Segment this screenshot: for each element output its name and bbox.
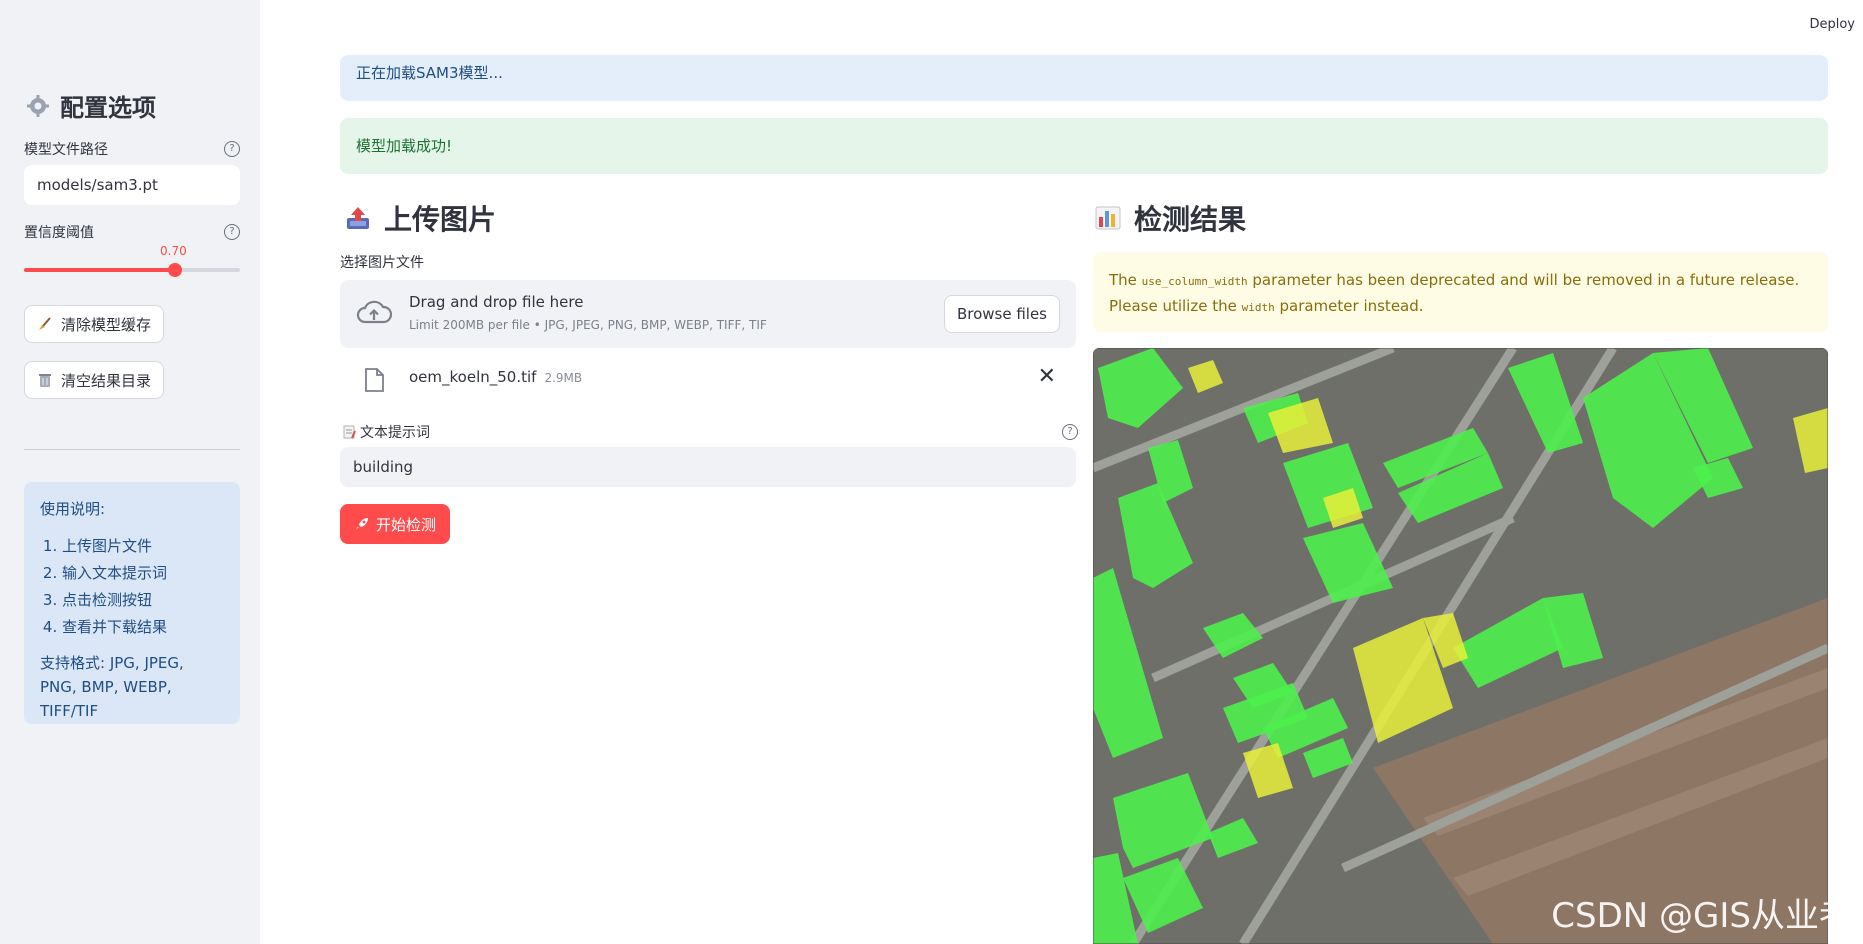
slider-fill	[24, 268, 176, 272]
uploaded-file-row: oem_koeln_50.tif 2.9MB ✕	[340, 360, 1076, 400]
broom-icon	[39, 317, 51, 330]
instructions-list: 上传图片文件 输入文本提示词 点击检测按钮 查看并下载结果	[40, 535, 224, 637]
segmentation-overlay-map	[1093, 348, 1828, 944]
confidence-slider[interactable]	[24, 263, 240, 277]
sidebar-title-text: 配置选项	[60, 94, 156, 122]
model-path-input[interactable]: models/sam3.pt	[24, 165, 240, 205]
file-size: 2.9MB	[544, 371, 583, 385]
file-name-text: oem_koeln_50.tif	[409, 368, 537, 386]
sidebar-divider	[24, 449, 240, 450]
help-icon[interactable]: ?	[224, 224, 240, 240]
deprecation-warning: The use_column_width parameter has been …	[1093, 252, 1828, 332]
list-item: 上传图片文件	[62, 535, 224, 556]
sidebar-title: 配置选项	[26, 88, 156, 123]
prompt-label: 文本提示词	[342, 422, 430, 442]
limit-text: Limit 200MB per file • JPG, JPEG, PNG, B…	[409, 318, 767, 332]
upload-tray-icon	[347, 207, 369, 229]
watermark: CSDN @GIS从业者	[1551, 896, 1853, 936]
results-title: 检测结果	[1094, 198, 1246, 238]
file-icon	[365, 368, 384, 392]
clear-cache-label: 清除模型缓存	[61, 315, 152, 334]
file-upload-label: 选择图片文件	[340, 255, 424, 271]
memo-icon	[343, 425, 356, 439]
text-prompt-input[interactable]: building	[340, 447, 1076, 487]
upload-title-text: 上传图片	[384, 203, 497, 236]
prompt-label-text: 文本提示词	[360, 425, 430, 441]
clear-cache-button[interactable]: 清除模型缓存	[24, 305, 165, 343]
warning-text-3: parameter instead.	[1274, 297, 1424, 315]
success-alert: 模型加载成功!	[340, 118, 1828, 174]
file-dropzone[interactable]: Drag and drop file here Limit 200MB per …	[340, 280, 1076, 348]
clear-results-label: 清空结果目录	[61, 371, 152, 390]
help-icon[interactable]: ?	[1062, 424, 1078, 440]
close-icon[interactable]: ✕	[1038, 364, 1056, 389]
slider-thumb[interactable]	[168, 263, 183, 277]
trash-icon	[39, 374, 51, 387]
clear-results-button[interactable]: 清空结果目录	[24, 361, 165, 399]
upload-title: 上传图片	[344, 198, 496, 238]
warning-code-2: width	[1241, 301, 1275, 314]
cloud-upload-icon	[356, 300, 392, 324]
instructions-heading: 使用说明:	[40, 500, 106, 518]
start-detection-label: 开始检测	[376, 515, 437, 534]
confidence-label: 置信度阈值	[24, 225, 94, 241]
browse-files-button[interactable]: Browse files	[943, 295, 1060, 333]
instructions-box: 使用说明: 上传图片文件 输入文本提示词 点击检测按钮 查看并下载结果 支持格式…	[24, 482, 240, 724]
bar-chart-icon	[1095, 206, 1121, 230]
supported-formats: 支持格式: JPG, JPEG, PNG, BMP, WEBP, TIFF/TI…	[40, 654, 184, 720]
warning-code-1: use_column_width	[1141, 275, 1248, 288]
file-name: oem_koeln_50.tif 2.9MB	[409, 368, 582, 386]
warning-text-1: The	[1109, 271, 1142, 289]
drop-text: Drag and drop file here	[409, 293, 584, 311]
loading-alert: 正在加载SAM3模型...	[340, 55, 1828, 101]
model-path-label: 模型文件路径	[24, 142, 108, 158]
confidence-value: 0.70	[160, 244, 187, 258]
sidebar: 配置选项 模型文件路径 ? models/sam3.pt 置信度阈值 ? 0.7…	[0, 0, 260, 944]
list-item: 查看并下载结果	[62, 616, 224, 637]
list-item: 点击检测按钮	[62, 589, 224, 610]
results-title-text: 检测结果	[1134, 203, 1247, 236]
help-icon[interactable]: ?	[224, 141, 240, 157]
deploy-button[interactable]: Deploy	[1809, 17, 1855, 32]
start-detection-button[interactable]: 开始检测	[340, 504, 451, 544]
list-item: 输入文本提示词	[62, 562, 224, 583]
detection-result-image	[1093, 348, 1828, 944]
rocket-icon	[356, 518, 368, 530]
gear-icon	[27, 94, 49, 117]
